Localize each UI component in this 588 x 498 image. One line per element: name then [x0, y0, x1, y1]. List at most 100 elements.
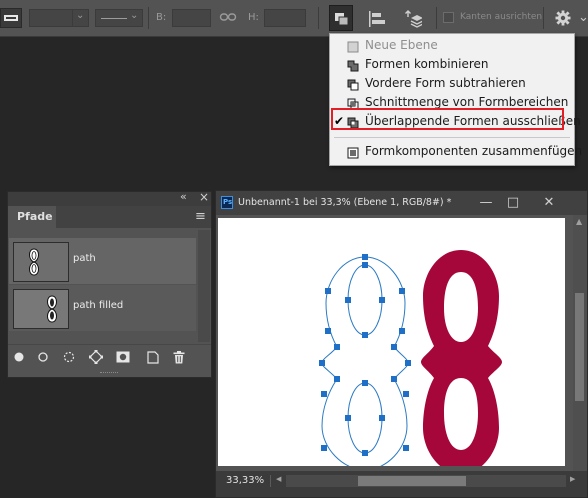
tab-pfade[interactable]: Pfade: [8, 206, 56, 228]
chevron-left-icon[interactable]: ◀: [276, 475, 281, 483]
document-titlebar[interactable]: Ps Unbenannt-1 bei 33,3% (Ebene 1, RGB/8…: [216, 191, 587, 215]
height-field[interactable]: [264, 9, 306, 27]
path-operations-menu: Neue Ebene Formen kombinieren Vordere Fo…: [329, 33, 582, 166]
status-bar: 33,33% ◀ ▶: [216, 471, 587, 497]
collapse-panel-icon[interactable]: «: [180, 190, 187, 203]
zoom-level[interactable]: 33,33%: [226, 471, 264, 491]
document-canvas[interactable]: [218, 218, 565, 474]
outer-path-segment: [321, 256, 409, 471]
vertical-scrollbar[interactable]: ▲: [573, 215, 587, 471]
menu-item-new-layer[interactable]: Neue Ebene: [330, 36, 574, 55]
anchor-point[interactable]: [403, 391, 409, 397]
maximize-button[interactable]: □: [498, 191, 528, 215]
anchor-point[interactable]: [345, 415, 351, 421]
path-row-path-filled[interactable]: path filled: [9, 285, 196, 331]
anchor-point[interactable]: [325, 328, 331, 334]
anchor-point[interactable]: [399, 328, 405, 334]
chevron-down-icon: ⌄: [130, 10, 139, 21]
anchor-point[interactable]: [334, 344, 340, 350]
new-path-icon: [147, 351, 159, 364]
path-arrangement-button[interactable]: [396, 5, 426, 31]
subtract-front-shape-icon: [347, 78, 359, 91]
menu-item-label: Formen kombinieren: [365, 57, 489, 71]
chevron-right-icon[interactable]: ▶: [570, 475, 575, 483]
path-operations-icon: [334, 12, 350, 29]
minimize-button[interactable]: —: [471, 191, 501, 215]
path-alignment-button[interactable]: [362, 5, 392, 31]
panel-scrollbar[interactable]: [198, 230, 210, 342]
anchor-point[interactable]: [399, 288, 405, 294]
anchor-point[interactable]: [321, 391, 327, 397]
exclude-overlapping-shapes-icon: [347, 116, 359, 129]
menu-item-label: Überlappende Formen ausschließen: [365, 114, 581, 128]
load-as-selection-button[interactable]: [58, 345, 80, 370]
path-operations-button[interactable]: [329, 5, 353, 31]
stroke-path-icon: [38, 352, 48, 362]
align-edges-label: Kanten ausrichten: [460, 12, 543, 22]
menu-item-subtract-front-shape[interactable]: Vordere Form subtrahieren: [330, 74, 574, 93]
anchor-point[interactable]: [391, 376, 397, 382]
anchor-point[interactable]: [379, 297, 385, 303]
scroll-thumb[interactable]: [575, 293, 584, 401]
anchor-point[interactable]: [362, 254, 368, 260]
stroke-type-select[interactable]: ⌄: [95, 9, 143, 27]
width-field[interactable]: [172, 9, 211, 27]
canvas-artwork: [319, 250, 502, 474]
anchor-point[interactable]: [334, 376, 340, 382]
anchor-point[interactable]: [321, 445, 327, 451]
menu-item-intersect-shape-areas[interactable]: Schnittmenge von Formbereichen: [330, 93, 574, 112]
panel-header-strip: « ×: [8, 190, 211, 206]
anchor-point[interactable]: [345, 297, 351, 303]
fill-swatch[interactable]: [0, 8, 22, 28]
fill-path-button[interactable]: [8, 345, 30, 370]
gear-icon[interactable]: [554, 9, 572, 27]
combine-shapes-icon: [347, 59, 359, 72]
path-thumbnail: [13, 289, 69, 329]
selection-icon: [63, 351, 75, 363]
stroke-path-button[interactable]: [32, 345, 54, 370]
add-mask-button[interactable]: [112, 345, 134, 370]
close-panel-icon[interactable]: ×: [199, 190, 209, 204]
anchor-point[interactable]: [362, 380, 368, 386]
menu-separator: [334, 137, 570, 138]
menu-item-label: Formkomponenten zusammenfügen: [365, 144, 583, 158]
outline-path[interactable]: [321, 256, 409, 471]
anchor-point[interactable]: [405, 360, 411, 366]
filled-eight-shape[interactable]: [421, 250, 502, 474]
more-options-icon[interactable]: ⌄: [578, 10, 588, 25]
anchor-point[interactable]: [379, 415, 385, 421]
menu-item-combine-shapes[interactable]: Formen kombinieren: [330, 55, 574, 74]
canvas-area: [216, 215, 573, 474]
menu-item-exclude-overlapping-shapes[interactable]: ✔ Überlappende Formen ausschließen: [330, 112, 581, 131]
path-row-path[interactable]: path: [9, 238, 196, 284]
stroke-width-dropdown[interactable]: ⌄: [72, 9, 89, 27]
menu-item-merge-shape-components[interactable]: Formkomponenten zusammenfügen: [330, 142, 582, 161]
anchor-point[interactable]: [362, 450, 368, 456]
anchor-point[interactable]: [319, 360, 325, 366]
anchor-point[interactable]: [325, 288, 331, 294]
anchor-point[interactable]: [391, 344, 397, 350]
delete-path-button[interactable]: [168, 345, 190, 370]
status-divider: [270, 475, 271, 487]
close-window-button[interactable]: ✕: [534, 191, 564, 215]
align-edges-checkbox[interactable]: [443, 12, 454, 23]
divider: [543, 7, 544, 29]
resize-grip[interactable]: [100, 372, 118, 374]
stroke-width-field[interactable]: [29, 9, 73, 27]
path-thumbnail: [13, 242, 69, 282]
new-path-button[interactable]: [142, 345, 164, 370]
anchor-point[interactable]: [362, 332, 368, 338]
chevron-up-icon: ▲: [576, 217, 583, 226]
fill-path-icon: [14, 352, 24, 362]
horizontal-scrollbar[interactable]: [286, 475, 566, 487]
link-dimensions-icon[interactable]: [219, 7, 237, 27]
width-label: B:: [156, 12, 167, 23]
anchor-point[interactable]: [403, 445, 409, 451]
menu-item-label: Schnittmenge von Formbereichen: [365, 95, 569, 109]
arrange-stack-icon: [402, 10, 424, 31]
anchor-point[interactable]: [362, 262, 368, 268]
make-work-path-button[interactable]: [85, 345, 107, 370]
menu-item-label: Vordere Form subtrahieren: [365, 76, 526, 90]
scroll-thumb[interactable]: [358, 476, 466, 486]
panel-menu-icon[interactable]: ≡: [195, 209, 206, 224]
